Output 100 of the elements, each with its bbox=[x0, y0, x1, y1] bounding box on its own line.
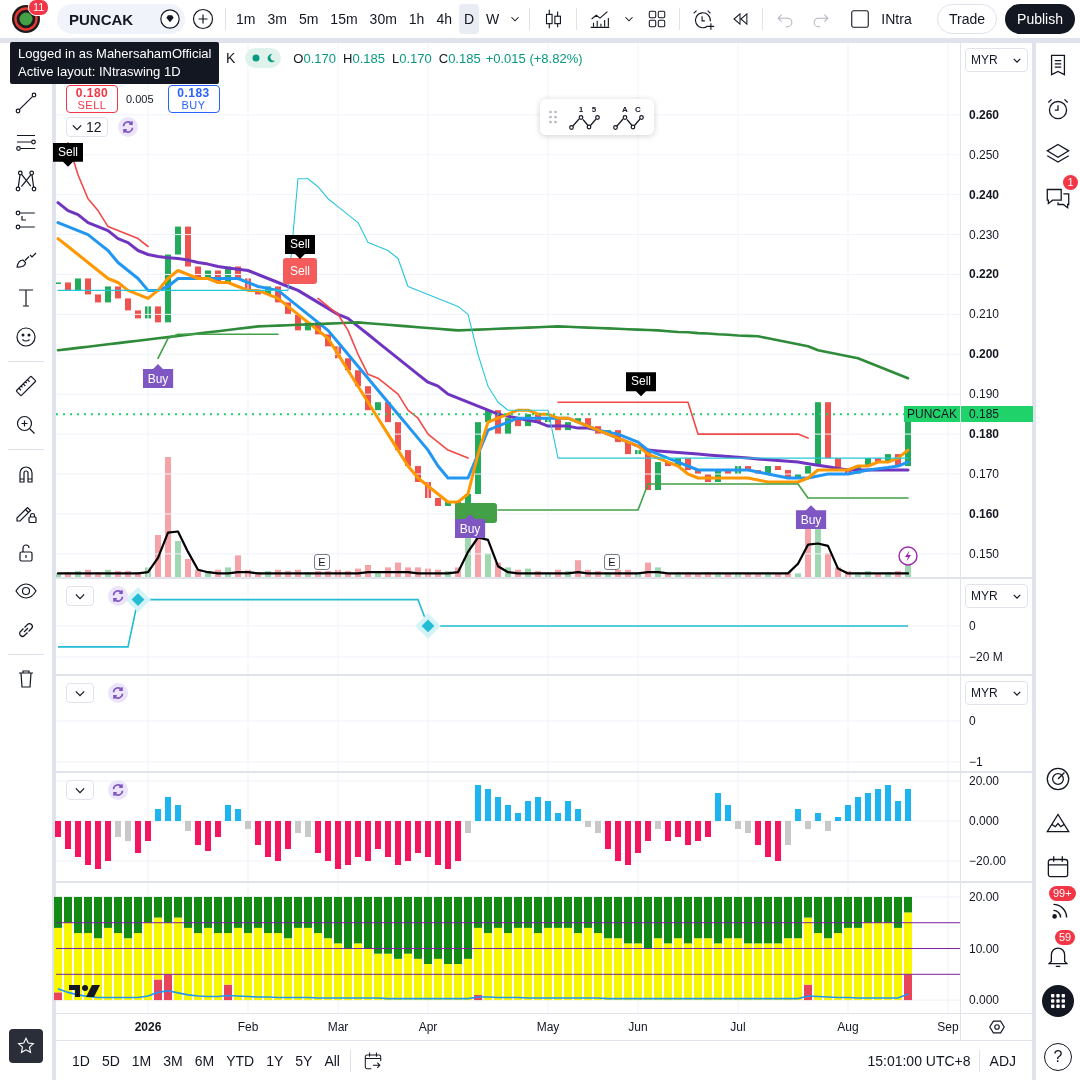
interval-button[interactable]: 1h bbox=[403, 4, 430, 34]
count-badge: 99+ bbox=[1049, 886, 1076, 901]
symbol-search[interactable]: PUNCAK bbox=[57, 4, 185, 34]
refresh-icon[interactable] bbox=[117, 117, 138, 137]
time-axis-label: Mar bbox=[327, 1020, 349, 1034]
range-button[interactable]: 1M bbox=[125, 1046, 158, 1075]
chevron-icon bbox=[75, 592, 85, 600]
price-axis-label: 0.220 bbox=[969, 267, 1000, 282]
legend-label: O bbox=[293, 50, 304, 66]
interval-button[interactable]: 15m bbox=[325, 4, 363, 34]
chevron-icon bbox=[75, 689, 85, 697]
time-axis-label: Aug bbox=[837, 1020, 859, 1034]
apps-grid-icon[interactable] bbox=[1042, 985, 1074, 1017]
caret-icon bbox=[1013, 690, 1021, 696]
interval-button[interactable]: 1m bbox=[231, 4, 261, 34]
add-icon[interactable] bbox=[191, 7, 215, 31]
feed-icon[interactable] bbox=[1051, 902, 1069, 920]
publish-button[interactable]: Publish bbox=[1005, 4, 1075, 34]
currency-dropdown[interactable]: MYR bbox=[965, 584, 1028, 608]
caret-icon bbox=[1013, 57, 1021, 63]
time-axis-label: May bbox=[536, 1020, 560, 1034]
time-axis-label: Apr bbox=[418, 1020, 438, 1034]
range-button[interactable]: 1D bbox=[66, 1046, 96, 1075]
price-axis-label: 0.190 bbox=[969, 387, 1000, 402]
grip-icon[interactable] bbox=[548, 109, 558, 125]
currency-dropdown[interactable]: MYR bbox=[965, 681, 1028, 705]
price-axis-label: 0.170 bbox=[969, 467, 1000, 482]
price-change: +0.015 (+8.82%) bbox=[485, 50, 583, 66]
interval-button[interactable]: 3m bbox=[262, 4, 292, 34]
sell-signal-label: Sell bbox=[283, 257, 317, 284]
tooltip-line: Logged in as MahersahamOfficial bbox=[18, 45, 212, 63]
layout-name-button[interactable]: INtra bbox=[881, 11, 912, 27]
interval-button[interactable]: D bbox=[459, 4, 480, 34]
settings-icon[interactable] bbox=[987, 1018, 1006, 1036]
price-axis-label: 0.000 bbox=[969, 814, 1000, 828]
time-axis-label: 2026 bbox=[134, 1020, 162, 1034]
tooltip-line: Active layout: INtraswing 1D bbox=[18, 63, 182, 81]
sell-signal-tag: Sell bbox=[53, 142, 83, 167]
square-icon[interactable] bbox=[849, 8, 872, 30]
refresh-icon[interactable] bbox=[108, 780, 128, 800]
clock-text[interactable]: 15:01:00 UTC+8 bbox=[867, 1052, 971, 1069]
price-axis-label: 0.250 bbox=[969, 147, 1000, 162]
chevron-icon bbox=[72, 123, 82, 131]
market-status-icon[interactable] bbox=[245, 48, 282, 68]
range-button[interactable]: 5Y bbox=[289, 1046, 319, 1075]
price-axis-label: 10.00 bbox=[969, 941, 1000, 956]
legend-value: 0.170 bbox=[303, 50, 336, 66]
legend-label: H bbox=[343, 50, 353, 66]
price-axis-label: 0.150 bbox=[969, 546, 1000, 561]
bell-icon[interactable] bbox=[1048, 947, 1068, 968]
price-axis-label: 0.160 bbox=[969, 506, 1000, 521]
price-axis-label: −20.00 bbox=[969, 854, 1007, 868]
chevron-icon bbox=[75, 786, 85, 794]
range-button[interactable]: 1Y bbox=[260, 1046, 290, 1075]
range-button[interactable]: 3M bbox=[157, 1046, 189, 1075]
price-axis-label: 0.260 bbox=[969, 107, 1000, 122]
price-axis-label: 0 bbox=[969, 618, 976, 633]
interval-dropdown[interactable]: 12 bbox=[66, 117, 108, 137]
refresh-icon[interactable] bbox=[108, 683, 128, 703]
price-axis-label: 0.230 bbox=[969, 227, 1000, 242]
favorites-button[interactable] bbox=[9, 1029, 43, 1063]
sell-signal-tag: Sell bbox=[626, 372, 656, 397]
time-axis-label: Feb bbox=[237, 1020, 259, 1034]
price-axis-label: 20.00 bbox=[969, 889, 1000, 904]
pane-menu-button[interactable] bbox=[66, 586, 94, 606]
price-axis-label: 0.180 bbox=[969, 427, 1000, 442]
pane-menu-button[interactable] bbox=[66, 780, 94, 800]
range-button[interactable]: All bbox=[318, 1046, 346, 1075]
buy-button[interactable]: 0.183 BUY bbox=[167, 85, 220, 113]
legend-value: 0.185 bbox=[352, 50, 385, 66]
last-price-label: 0.185 bbox=[961, 406, 1033, 423]
count-badge: 1 bbox=[1063, 175, 1078, 190]
count-badge: 59 bbox=[1055, 930, 1076, 945]
interval-button[interactable]: 30m bbox=[364, 4, 402, 34]
legend-value: 0.170 bbox=[399, 50, 432, 66]
buy-signal-tag: Buy bbox=[795, 505, 827, 530]
spread-value: 0.005 bbox=[126, 93, 154, 105]
refresh-icon[interactable] bbox=[108, 586, 128, 606]
lightning-icon[interactable] bbox=[898, 545, 918, 566]
price-axis-label: 0.240 bbox=[969, 187, 1000, 202]
price-axis-label: −1 bbox=[969, 755, 983, 769]
currency-dropdown[interactable]: MYR bbox=[965, 48, 1028, 72]
price-axis-label: 20.00 bbox=[969, 774, 1000, 788]
legend-value: 0.185 bbox=[448, 50, 481, 66]
pane-menu-button[interactable] bbox=[66, 683, 94, 703]
legend-label: C bbox=[438, 50, 449, 66]
range-button[interactable]: YTD bbox=[220, 1046, 261, 1075]
interval-button[interactable]: W bbox=[481, 4, 505, 34]
adjust-button[interactable]: ADJ bbox=[983, 1046, 1022, 1075]
sell-signal-tag: Sell bbox=[285, 234, 315, 259]
price-axis-label: 0.000 bbox=[969, 993, 1000, 1008]
time-axis-label: Jul bbox=[730, 1020, 746, 1034]
interval-button[interactable]: 4h bbox=[431, 4, 457, 34]
sell-button[interactable]: 0.180 SELL bbox=[66, 85, 118, 113]
count-badge: 11 bbox=[28, 0, 50, 16]
range-button[interactable]: 5D bbox=[95, 1046, 126, 1075]
interval-button[interactable]: 5m bbox=[293, 4, 324, 34]
range-button[interactable]: 6M bbox=[188, 1046, 221, 1075]
symbol-price-tag: PUNCAK bbox=[904, 406, 960, 423]
symbol-name: K bbox=[226, 50, 236, 66]
